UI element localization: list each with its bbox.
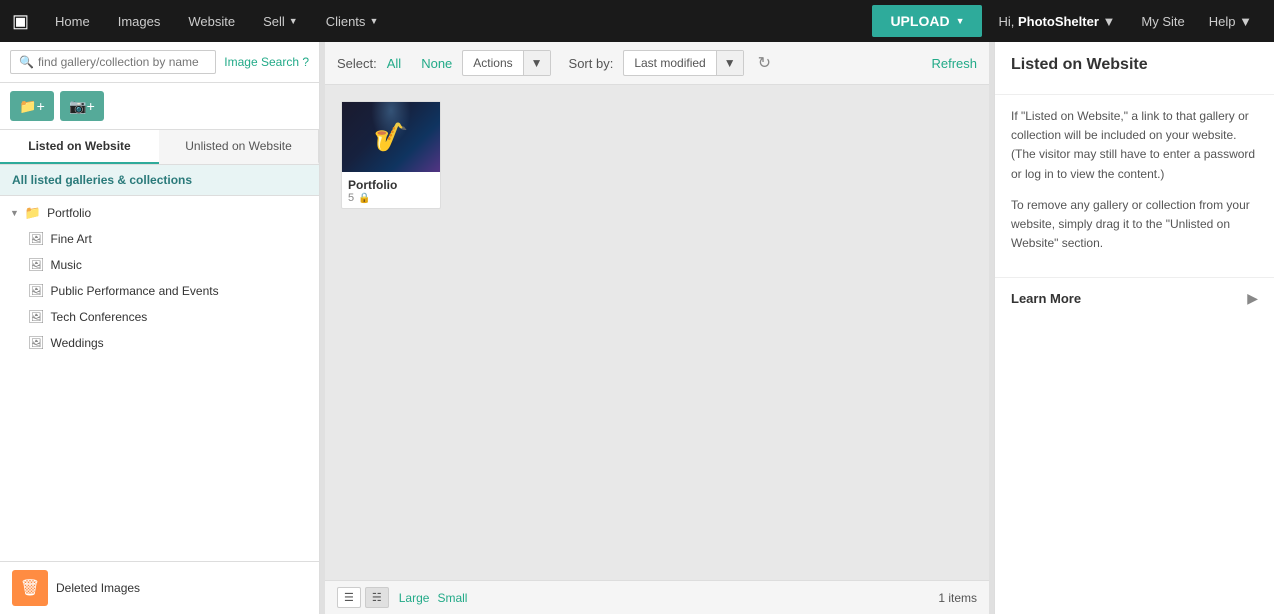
item-count: 1 items bbox=[938, 591, 977, 605]
chevron-down-icon: ▼ bbox=[1103, 14, 1116, 29]
chevron-right-icon: ▶ bbox=[1247, 290, 1258, 307]
folder-icon: 📁 bbox=[25, 205, 41, 221]
gallery-icon: 🖼 bbox=[28, 231, 45, 247]
sidebar-item-label: Fine Art bbox=[51, 232, 92, 246]
small-size-link[interactable]: Small bbox=[437, 591, 467, 605]
gallery-icon: 🖼 bbox=[28, 283, 45, 299]
tab-listed-on-website[interactable]: Listed on Website bbox=[0, 130, 159, 164]
right-panel-body: If "Listed on Website," a link to that g… bbox=[995, 95, 1274, 277]
select-label: Select: bbox=[337, 56, 377, 71]
learn-more-section[interactable]: Learn More ▶ bbox=[995, 277, 1274, 319]
sidebar-item-fine-art[interactable]: 🖼 Fine Art bbox=[0, 226, 319, 252]
sidebar-item-weddings[interactable]: 🖼 Weddings bbox=[0, 330, 319, 356]
sidebar-item-label: Music bbox=[51, 258, 82, 272]
view-toggle-buttons: ☰ ☵ bbox=[337, 587, 389, 608]
list-icon: ☰ bbox=[344, 592, 354, 604]
refresh-link[interactable]: Refresh bbox=[931, 56, 977, 71]
search-box[interactable]: 🔍 bbox=[10, 50, 216, 74]
learn-more-label: Learn More bbox=[1011, 291, 1081, 306]
deleted-images-area[interactable]: 🗑 Deleted Images bbox=[0, 561, 319, 614]
right-panel-header: Listed on Website bbox=[995, 42, 1274, 95]
search-icon: 🔍 bbox=[19, 55, 34, 69]
right-info-panel: Listed on Website If "Listed on Website,… bbox=[994, 42, 1274, 614]
right-panel-paragraph-2: To remove any gallery or collection from… bbox=[1011, 196, 1258, 254]
grid-icon: ☵ bbox=[372, 592, 382, 604]
sidebar-action-buttons: 📁+ 📷+ bbox=[0, 83, 319, 130]
app-logo-icon: ▣ bbox=[12, 11, 29, 32]
sidebar: 🔍 Image Search ? 📁+ 📷+ Listed on Website… bbox=[0, 42, 320, 614]
deleted-images-label: Deleted Images bbox=[56, 581, 140, 595]
refresh-icon[interactable]: ↻ bbox=[758, 53, 771, 73]
image-plus-icon: 📷+ bbox=[69, 98, 95, 115]
sidebar-item-portfolio[interactable]: ▼ 📁 Portfolio bbox=[0, 200, 319, 226]
actions-dropdown-caret[interactable]: ▼ bbox=[523, 51, 550, 75]
sidebar-tree: ▼ 📁 Portfolio 🖼 Fine Art 🖼 Music 🖼 Publi… bbox=[0, 196, 319, 561]
image-search-link[interactable]: Image Search ? bbox=[224, 55, 309, 69]
main-content-area: Select: All None Actions ▼ Sort by: Last… bbox=[325, 42, 989, 614]
large-size-link[interactable]: Large bbox=[399, 591, 430, 605]
nav-clients[interactable]: Clients ▼ bbox=[314, 0, 391, 42]
sidebar-search-area: 🔍 Image Search ? bbox=[0, 42, 319, 83]
sidebar-item-music[interactable]: 🖼 Music bbox=[0, 252, 319, 278]
sidebar-item-public-performance[interactable]: 🖼 Public Performance and Events bbox=[0, 278, 319, 304]
search-input[interactable] bbox=[38, 55, 207, 69]
nav-website[interactable]: Website bbox=[176, 0, 247, 42]
gallery-icon: 🖼 bbox=[28, 257, 45, 273]
right-panel-title: Listed on Website bbox=[1011, 56, 1258, 74]
sidebar-item-label: Portfolio bbox=[47, 206, 91, 220]
actions-dropdown[interactable]: Actions ▼ bbox=[462, 50, 550, 76]
sort-by-label: Sort by: bbox=[569, 56, 614, 71]
chevron-down-icon: ▼ bbox=[369, 16, 378, 26]
gallery-icon: 🖼 bbox=[28, 335, 45, 351]
gallery-area: Portfolio 5 🔒 bbox=[325, 85, 989, 580]
chevron-down-icon: ▼ bbox=[10, 208, 19, 218]
my-site-link[interactable]: My Site bbox=[1131, 14, 1194, 29]
right-panel-paragraph-1: If "Listed on Website," a link to that g… bbox=[1011, 107, 1258, 184]
folder-plus-icon: 📁+ bbox=[19, 98, 45, 115]
chevron-down-icon: ▼ bbox=[1239, 14, 1252, 29]
gallery-card-name: Portfolio bbox=[348, 178, 434, 192]
upload-button[interactable]: UPLOAD ▼ bbox=[872, 5, 982, 37]
gallery-card-info: Portfolio 5 🔒 bbox=[342, 172, 440, 208]
gallery-grid: Portfolio 5 🔒 bbox=[341, 101, 973, 209]
list-view-button[interactable]: ☰ bbox=[337, 587, 361, 608]
select-all-link[interactable]: All bbox=[387, 56, 401, 71]
top-navigation: ▣ Home Images Website Sell ▼ Clients ▼ U… bbox=[0, 0, 1274, 42]
sidebar-item-label: Public Performance and Events bbox=[51, 284, 219, 298]
sidebar-item-label: Tech Conferences bbox=[51, 310, 148, 324]
new-folder-button[interactable]: 📁+ bbox=[10, 91, 54, 121]
deleted-images-thumbnail: 🗑 bbox=[12, 570, 48, 606]
help-menu[interactable]: Help ▼ bbox=[1199, 14, 1262, 29]
chevron-down-icon: ▼ bbox=[956, 16, 965, 26]
new-gallery-button[interactable]: 📷+ bbox=[60, 91, 104, 121]
gallery-icon: 🖼 bbox=[28, 309, 45, 325]
content-toolbar: Select: All None Actions ▼ Sort by: Last… bbox=[325, 42, 989, 85]
sort-dropdown-caret[interactable]: ▼ bbox=[716, 51, 743, 75]
select-none-link[interactable]: None bbox=[421, 56, 452, 71]
gallery-thumbnail bbox=[342, 102, 440, 172]
content-bottom-bar: ☰ ☵ Large Small 1 items bbox=[325, 580, 989, 614]
nav-home[interactable]: Home bbox=[43, 0, 102, 42]
trash-icon: 🗑 bbox=[20, 578, 40, 598]
nav-images[interactable]: Images bbox=[106, 0, 173, 42]
chevron-down-icon: ▼ bbox=[289, 16, 298, 26]
tab-unlisted-on-website[interactable]: Unlisted on Website bbox=[159, 130, 319, 164]
gallery-card-count: 5 🔒 bbox=[348, 192, 434, 204]
lock-icon: 🔒 bbox=[358, 193, 370, 204]
sidebar-item-label: Weddings bbox=[51, 336, 104, 350]
grid-view-button[interactable]: ☵ bbox=[365, 587, 389, 608]
size-links: Large Small bbox=[399, 591, 468, 605]
user-menu[interactable]: Hi, PhotoShelter ▼ bbox=[986, 14, 1127, 29]
sidebar-tabs: Listed on Website Unlisted on Website bbox=[0, 130, 319, 165]
gallery-card-portfolio[interactable]: Portfolio 5 🔒 bbox=[341, 101, 441, 209]
sidebar-item-tech-conferences[interactable]: 🖼 Tech Conferences bbox=[0, 304, 319, 330]
all-galleries-label: All listed galleries & collections bbox=[0, 165, 319, 196]
sort-select-dropdown[interactable]: Last modified ▼ bbox=[623, 50, 743, 76]
nav-sell[interactable]: Sell ▼ bbox=[251, 0, 310, 42]
